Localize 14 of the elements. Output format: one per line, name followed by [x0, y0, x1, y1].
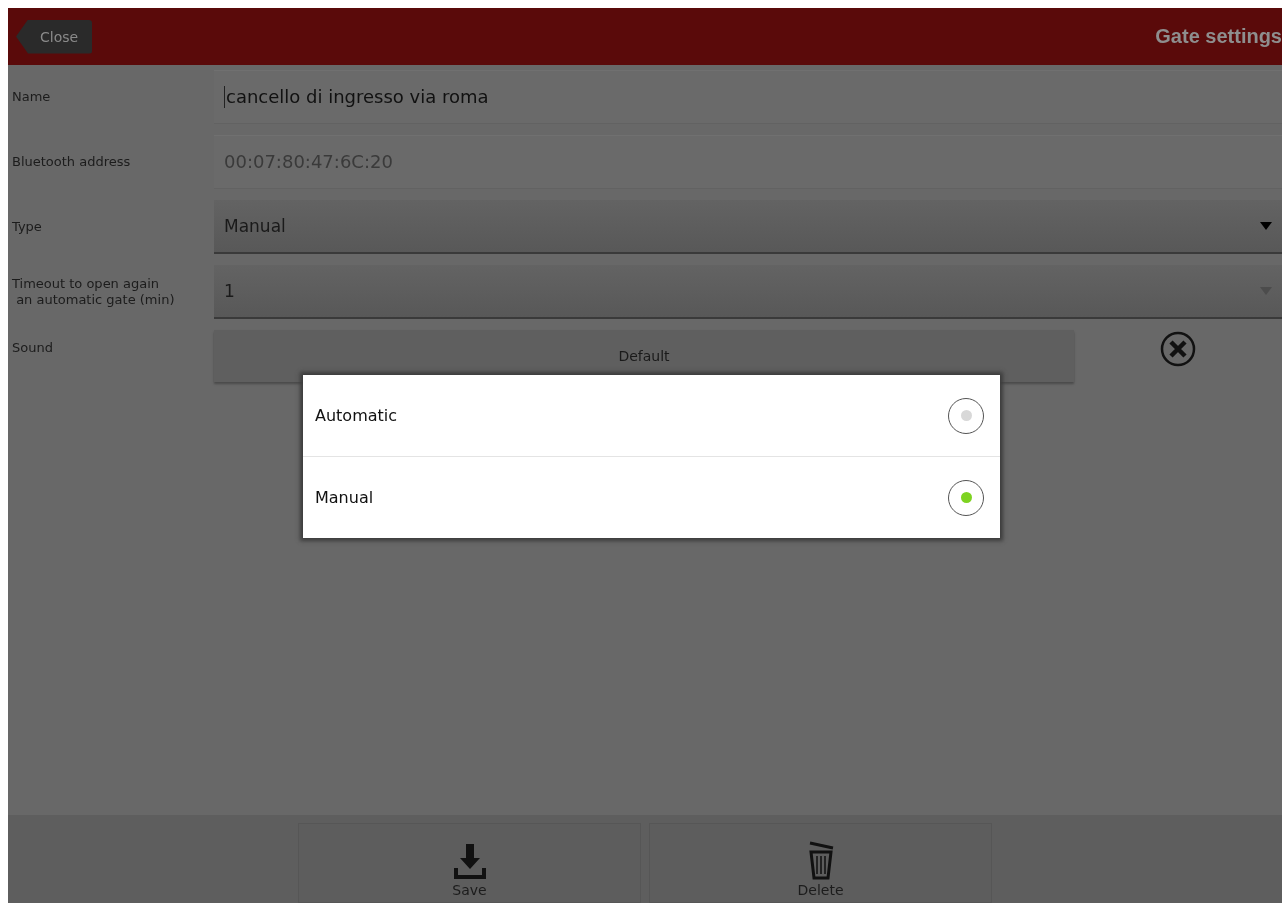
dropdown[interactable]: Manual [214, 199, 1282, 254]
screen-title: Gate settings [1155, 25, 1282, 48]
dialog-option[interactable]: Manual [303, 456, 1000, 538]
sound-button[interactable]: Default [214, 330, 1074, 382]
delete-button[interactable]: Delete [649, 823, 992, 903]
field-label: Name [11, 88, 52, 105]
field-label: Timeout to open again an automatic gate (min) [11, 275, 176, 308]
field-label: Bluetooth address [11, 153, 132, 170]
close-button[interactable]: Close [16, 19, 93, 54]
text-field[interactable]: cancello di ingresso via roma [214, 69, 1282, 124]
save-button[interactable]: Save [298, 823, 641, 903]
field-label: Sound [11, 339, 54, 356]
clear-icon[interactable] [1159, 330, 1197, 368]
field-label: Type [11, 218, 43, 235]
